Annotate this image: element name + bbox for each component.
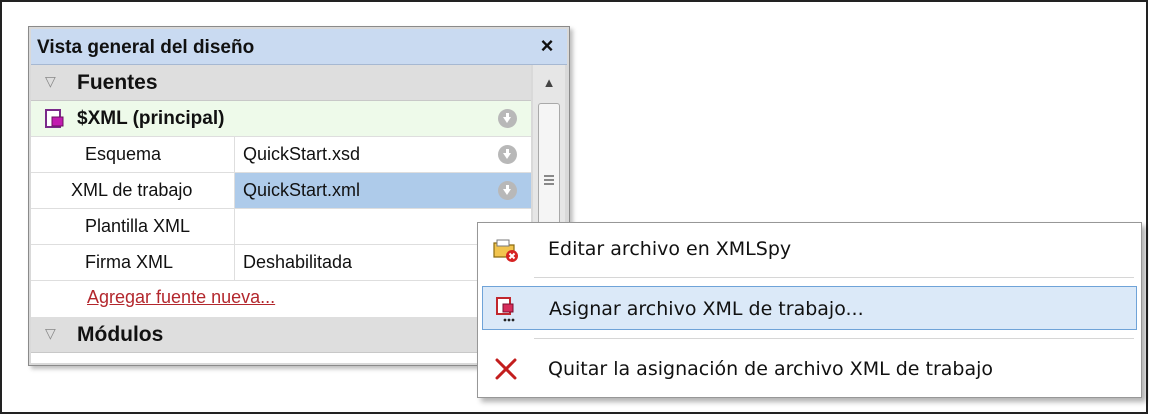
property-row-xml-template[interactable]: Plantilla XML xyxy=(31,209,531,245)
context-menu: Editar archivo en XMLSpy Asignar archivo… xyxy=(477,222,1142,398)
download-circle-icon[interactable] xyxy=(498,109,517,128)
section-modules[interactable]: ▽ Módulos xyxy=(31,317,531,353)
source-row-xml[interactable]: $XML (principal) xyxy=(31,101,531,137)
property-key: Esquema xyxy=(31,137,235,172)
property-key: XML de trabajo xyxy=(31,173,235,208)
download-circle-icon[interactable] xyxy=(498,145,517,164)
grip-line xyxy=(544,183,554,185)
xml-file-icon xyxy=(45,109,64,128)
collapse-triangle-icon[interactable]: ▽ xyxy=(45,74,57,88)
menu-item-edit-in-xmlspy[interactable]: Editar archivo en XMLSpy xyxy=(482,227,1137,271)
grip-line xyxy=(544,179,554,181)
panel-content: ▽ Fuentes $XML (principal) Esquema Quick… xyxy=(31,65,531,363)
collapse-triangle-icon[interactable]: ▽ xyxy=(45,326,57,340)
scroll-up-arrow-icon[interactable]: ▲ xyxy=(533,65,565,101)
add-new-source-link[interactable]: Agregar fuente nueva... xyxy=(87,287,275,308)
assign-file-icon xyxy=(496,297,515,322)
menu-item-label: Editar archivo en XMLSpy xyxy=(548,238,792,260)
download-circle-icon[interactable] xyxy=(498,181,517,200)
menu-item-label: Asignar archivo XML de trabajo... xyxy=(549,298,864,320)
property-value-selected[interactable]: QuickStart.xml xyxy=(235,173,531,208)
property-value[interactable]: QuickStart.xsd xyxy=(235,137,531,172)
close-icon[interactable]: × xyxy=(535,34,559,58)
section-sources[interactable]: ▽ Fuentes xyxy=(31,65,531,101)
panel-title: Vista general del diseño xyxy=(37,37,255,58)
menu-item-label: Quitar la asignación de archivo XML de t… xyxy=(548,358,994,380)
property-row-schema[interactable]: Esquema QuickStart.xsd xyxy=(31,137,531,173)
menu-separator xyxy=(534,338,1134,339)
panel-titlebar: Vista general del diseño × xyxy=(31,29,567,65)
menu-item-remove-working-xml[interactable]: Quitar la asignación de archivo XML de t… xyxy=(482,347,1137,391)
add-source-row: Agregar fuente nueva... xyxy=(31,281,531,317)
menu-item-assign-working-xml[interactable]: Asignar archivo XML de trabajo... xyxy=(482,286,1137,330)
source-name: $XML (principal) xyxy=(77,108,225,129)
property-row-xml-signature[interactable]: Firma XML Deshabilitada xyxy=(31,245,531,281)
property-key: Plantilla XML xyxy=(31,209,235,244)
remove-x-icon xyxy=(495,358,517,380)
xmlspy-edit-icon xyxy=(493,239,518,262)
property-key: Firma XML xyxy=(31,245,235,280)
property-row-working-xml[interactable]: XML de trabajo QuickStart.xml xyxy=(31,173,531,209)
section-modules-label: Módulos xyxy=(77,323,164,346)
menu-separator xyxy=(534,277,1134,278)
section-sources-label: Fuentes xyxy=(77,71,158,94)
grip-line xyxy=(544,175,554,177)
